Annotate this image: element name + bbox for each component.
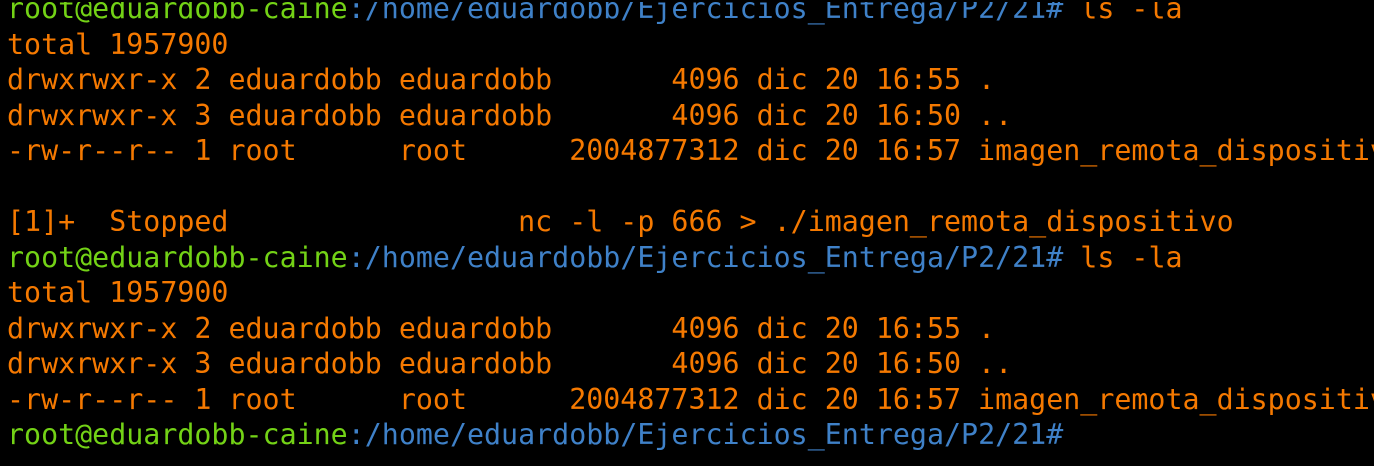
prompt-user-host: root@eduardobb-caine — [7, 240, 348, 274]
prompt-line: root@eduardobb-caine:/home/eduardobb/Eje… — [7, 0, 1374, 27]
prompt-line: root@eduardobb-caine:/home/eduardobb/Eje… — [7, 417, 1374, 453]
prompt-command: ls -la — [1063, 240, 1183, 274]
terminal-window[interactable]: root@eduardobb-caine:/home/eduardobb/Eje… — [0, 0, 1374, 466]
job-status-line: [1]+ Stopped nc -l -p 666 > ./imagen_rem… — [7, 205, 1234, 238]
prompt-command: ls -la — [1063, 0, 1183, 25]
prompt-path: :/home/eduardobb/Ejercicios_Entrega/P2/2… — [347, 418, 1064, 451]
listing-row: drwxrwxr-x 3 eduardobb eduardobb 4096 di… — [7, 98, 1013, 132]
listing-row: -rw-r--r-- 1 root root 2004877312 dic 20… — [7, 134, 1374, 167]
listing-row: -rw-r--r-- 1 root root 2004877312 dic 20… — [7, 382, 1374, 416]
prompt-path: :/home/eduardobb/Ejercicios_Entrega/P2/2… — [347, 0, 1064, 25]
terminal-output: root@eduardobb-caine:/home/eduardobb/Eje… — [7, 0, 1374, 453]
top-edge — [0, 0, 1374, 2]
listing-total: total 1957900 — [7, 276, 229, 309]
prompt-user-host: root@eduardobb-caine — [7, 418, 348, 451]
listing-row: drwxrwxr-x 2 eduardobb eduardobb 4096 di… — [7, 63, 996, 96]
listing-row: drwxrwxr-x 3 eduardobb eduardobb 4096 di… — [7, 347, 1013, 380]
listing-total: total 1957900 — [7, 27, 229, 61]
prompt-path: :/home/eduardobb/Ejercicios_Entrega/P2/2… — [347, 240, 1064, 274]
prompt-user-host: root@eduardobb-caine — [7, 0, 348, 25]
prompt-line: root@eduardobb-caine:/home/eduardobb/Eje… — [7, 240, 1374, 276]
listing-row: drwxrwxr-x 2 eduardobb eduardobb 4096 di… — [7, 311, 996, 345]
